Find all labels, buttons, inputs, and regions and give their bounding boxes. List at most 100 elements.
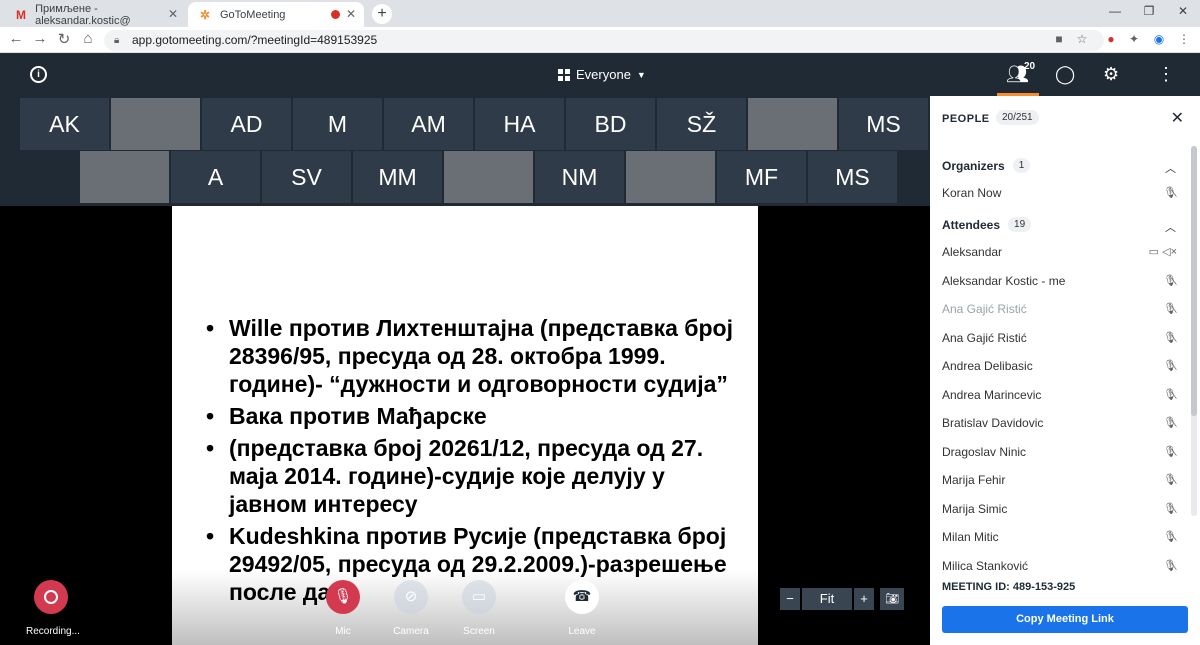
participant-name: Milan Mitic bbox=[942, 530, 999, 544]
minimize-icon[interactable]: — bbox=[1098, 0, 1132, 27]
participant-list-item[interactable]: Bratislav Davidovic 🎙︎⃥ bbox=[942, 409, 1177, 437]
participant-video-tile[interactable] bbox=[626, 151, 715, 203]
participant-video-tile[interactable] bbox=[80, 151, 169, 203]
chevron-up-icon[interactable]: ︿ bbox=[1165, 219, 1176, 235]
organizers-section-header[interactable]: Organizers 1 bbox=[942, 158, 1031, 173]
leave-button[interactable]: ☎ bbox=[565, 580, 599, 614]
chat-icon[interactable]: ◯ bbox=[1055, 64, 1075, 85]
participant-initials-tile[interactable]: BD bbox=[566, 98, 655, 150]
participant-initials-tile[interactable]: AD bbox=[202, 98, 291, 150]
tab-title: GoToMeeting bbox=[220, 8, 286, 21]
participant-list-item[interactable]: Ana Gajić Ristić 🎙︎⃥ bbox=[942, 295, 1177, 323]
participant-name: Aleksandar Kostic - me bbox=[942, 273, 1066, 288]
mic-muted-icon: 🎙︎⃥ bbox=[1163, 445, 1177, 458]
opera-extension-icon[interactable]: ● bbox=[1102, 32, 1120, 46]
home-icon[interactable]: ⌂ bbox=[78, 30, 98, 47]
recording-indicator-icon bbox=[331, 10, 340, 19]
participant-list-item[interactable]: Milan Mitic 🎙︎⃥ bbox=[942, 523, 1177, 551]
restore-icon[interactable]: ❐ bbox=[1132, 0, 1166, 27]
more-menu-icon[interactable]: ⋮ bbox=[1157, 64, 1175, 85]
participant-list-item[interactable]: Ana Gajić Ristić 🎙︎⃥ bbox=[942, 324, 1177, 352]
participant-initials-tile[interactable]: NM bbox=[535, 151, 624, 203]
recording-button[interactable] bbox=[34, 580, 68, 614]
zoom-in-button[interactable]: + bbox=[854, 588, 874, 610]
zoom-fit-button[interactable]: Fit bbox=[802, 588, 852, 610]
camera-indicator-icon[interactable]: ■ bbox=[1050, 32, 1068, 46]
close-window-icon[interactable]: ✕ bbox=[1166, 0, 1200, 27]
participant-initials-tile[interactable]: MS bbox=[808, 151, 897, 203]
participant-initials-tile[interactable]: AM bbox=[384, 98, 473, 150]
close-icon[interactable]: ✕ bbox=[168, 7, 178, 21]
participant-list-item[interactable]: Andrea Marincevic 🎙︎⃥ bbox=[942, 381, 1177, 409]
people-panel: PEOPLE 20/251 ✕ Organizers 1 ︿ Koran Now… bbox=[930, 96, 1200, 645]
copy-meeting-link-button[interactable]: Copy Meeting Link bbox=[942, 606, 1188, 633]
gmail-icon: M bbox=[16, 7, 26, 22]
mic-muted-icon: 🎙︎⃥ bbox=[1163, 388, 1177, 401]
participant-list-item[interactable]: Dragoslav Ninic 🎙︎⃥ bbox=[942, 438, 1177, 466]
mic-muted-icon: 🎙︎⃥ bbox=[1163, 531, 1177, 543]
profile-avatar-icon[interactable]: ◉ bbox=[1150, 32, 1168, 46]
back-icon[interactable]: ← bbox=[6, 30, 26, 47]
new-tab-button[interactable]: + bbox=[372, 4, 392, 24]
close-icon[interactable]: ✕ bbox=[1171, 108, 1184, 128]
hang-up-icon: ☎ bbox=[572, 588, 592, 605]
attendees-section-header[interactable]: Attendees 19 bbox=[942, 217, 1032, 232]
camera-off-button[interactable]: ⊘ bbox=[394, 580, 428, 614]
participant-initials-tile[interactable]: HA bbox=[475, 98, 564, 150]
people-panel-count: 20/251 bbox=[996, 110, 1039, 125]
close-icon[interactable]: ✕ bbox=[346, 7, 356, 21]
participant-list-item[interactable]: Koran Now 🎙︎⃥ bbox=[942, 179, 1177, 207]
reload-icon[interactable]: ↻ bbox=[54, 30, 74, 48]
participant-initials-tile[interactable]: M bbox=[293, 98, 382, 150]
participant-video-tile[interactable] bbox=[748, 98, 837, 150]
zoom-out-button[interactable]: − bbox=[780, 588, 800, 610]
participant-list-item[interactable]: Milica Stanković 🎙︎⃥ bbox=[942, 552, 1177, 580]
extensions-icon[interactable]: ✦ bbox=[1125, 32, 1143, 46]
snapshot-camera-icon[interactable]: 📷︎ bbox=[880, 588, 904, 610]
screen-share-button[interactable]: ▭ bbox=[462, 580, 496, 614]
attendees-label: Attendees bbox=[942, 217, 1001, 232]
participant-name: Dragoslav Ninic bbox=[942, 444, 1027, 459]
lock-icon[interactable]: 🔒︎ bbox=[114, 30, 119, 51]
participant-video-tile[interactable] bbox=[444, 151, 533, 203]
participant-initials-tile[interactable]: AK bbox=[20, 98, 109, 150]
view-selector[interactable]: Everyone ▼ bbox=[558, 67, 646, 82]
mic-muted-icon: 🎙︎⃥ bbox=[1163, 417, 1177, 429]
participant-video-tile[interactable] bbox=[111, 98, 200, 150]
participant-initials-tile[interactable]: SŽ bbox=[657, 98, 746, 150]
participant-list-item[interactable]: Aleksandar Kostic - me 🎙︎⃥ bbox=[942, 267, 1177, 295]
participant-initials-tile[interactable]: MS bbox=[839, 98, 928, 150]
camera-off-icon: ⊘ bbox=[404, 588, 418, 605]
bookmark-star-icon[interactable]: ☆ bbox=[1073, 32, 1091, 46]
participant-name: Ana Gajić Ristić bbox=[942, 302, 1027, 316]
screen-and-speaker-muted-icon: ▭ ◁× bbox=[1148, 246, 1177, 258]
screen-label: Screen bbox=[463, 626, 495, 637]
participant-initials-tile[interactable]: MF bbox=[717, 151, 806, 203]
participant-initials-tile[interactable]: SV bbox=[262, 151, 351, 203]
participant-initials-tile[interactable]: MM bbox=[353, 151, 442, 203]
tab-gmail[interactable]: M Примљене - aleksandar.kostic@ ✕ bbox=[4, 2, 186, 27]
tab-gotomeeting[interactable]: ✲ GoToMeeting ✕ bbox=[188, 2, 364, 27]
participant-name: Koran Now bbox=[942, 186, 1002, 200]
gotomeeting-icon: ✲ bbox=[200, 7, 211, 22]
browser-toolbar: ← → ↻ ⌂ 🔒︎ app.gotomeeting.com/?meetingI… bbox=[0, 27, 1200, 53]
settings-gear-icon[interactable]: ⚙ bbox=[1103, 64, 1119, 85]
participant-initials-tile[interactable]: A bbox=[171, 151, 260, 203]
participant-list-item[interactable]: Marija Simic 🎙︎⃥ bbox=[942, 495, 1177, 523]
address-bar[interactable]: 🔒︎ app.gotomeeting.com/?meetingId=489153… bbox=[104, 30, 1104, 51]
tab-title: Примљене - aleksandar.kostic@ bbox=[35, 2, 131, 27]
people-scrollbar[interactable] bbox=[1191, 146, 1197, 516]
organizers-label: Organizers bbox=[942, 158, 1005, 173]
browser-menu-icon[interactable]: ⋮ bbox=[1175, 32, 1193, 46]
chevron-up-icon[interactable]: ︿ bbox=[1165, 160, 1176, 176]
participant-list-item[interactable]: Andrea Delibasic 🎙︎⃥ bbox=[942, 352, 1177, 380]
mic-muted-button[interactable]: 🎙︎ bbox=[326, 580, 360, 614]
participant-list-item[interactable]: Aleksandar ▭ ◁× bbox=[942, 238, 1177, 266]
participant-list-item[interactable]: Marija Fehir 🎙︎⃥ bbox=[942, 466, 1177, 494]
participant-name: Marija Fehir bbox=[942, 473, 1006, 487]
forward-icon[interactable]: → bbox=[30, 30, 50, 47]
info-icon[interactable]: i bbox=[30, 66, 47, 83]
browser-tabstrip: M Примљене - aleksandar.kostic@ ✕ ✲ GoTo… bbox=[0, 0, 1200, 27]
meeting-controls: Recording... 🎙︎ Mic ⊘ Camera ▭ Screen ☎ … bbox=[0, 570, 930, 645]
mic-muted-icon: 🎙︎⃥ bbox=[1163, 187, 1177, 199]
